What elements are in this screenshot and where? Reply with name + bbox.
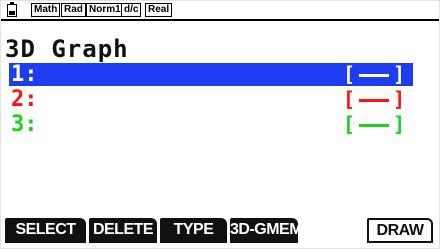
function-row-2[interactable]: 2: [ ]: [9, 87, 413, 112]
right-bracket: ]: [392, 112, 405, 136]
right-bracket: ]: [392, 87, 405, 111]
status-divider: [1, 19, 439, 21]
status-tag-fraction: d/c: [121, 3, 142, 17]
function-row-1[interactable]: 1: [ ]: [9, 63, 413, 86]
function-row-3[interactable]: 3: [ ]: [9, 112, 413, 137]
right-bracket: ]: [392, 62, 405, 86]
page-title: 3D Graph: [5, 35, 129, 63]
battery-icon: [7, 2, 17, 17]
line-style-indicator[interactable]: [ ]: [343, 63, 405, 86]
status-tag-display: Norm1: [86, 3, 124, 17]
status-tag-input-mode: Math: [31, 3, 61, 17]
line-style-indicator[interactable]: [ ]: [343, 88, 405, 111]
function-key-menu: SELECT DELETE TYPE 3D-GMEM DRAW: [1, 218, 439, 243]
line-style-icon: [359, 124, 389, 127]
delete-button[interactable]: DELETE: [89, 218, 157, 243]
status-tag-angle: Rad: [61, 3, 86, 17]
line-style-icon: [359, 74, 389, 77]
function-label: 2:: [11, 87, 38, 112]
select-button[interactable]: SELECT: [5, 218, 86, 243]
3d-gmem-button[interactable]: 3D-GMEM: [230, 218, 298, 243]
calculator-screen: Math Rad Norm1 d/c Real 3D Graph 1: [ ] …: [0, 0, 440, 249]
status-bar: Math Rad Norm1 d/c Real: [1, 1, 439, 19]
function-label: 1:: [11, 62, 38, 87]
type-button[interactable]: TYPE: [160, 218, 227, 243]
status-tag-complex: Real: [145, 3, 173, 17]
line-style-indicator[interactable]: [ ]: [343, 113, 405, 136]
left-bracket: [: [343, 112, 356, 136]
line-style-icon: [359, 99, 389, 102]
left-bracket: [: [343, 87, 356, 111]
draw-button[interactable]: DRAW: [367, 218, 433, 243]
left-bracket: [: [343, 62, 356, 86]
function-label: 3:: [11, 112, 38, 137]
